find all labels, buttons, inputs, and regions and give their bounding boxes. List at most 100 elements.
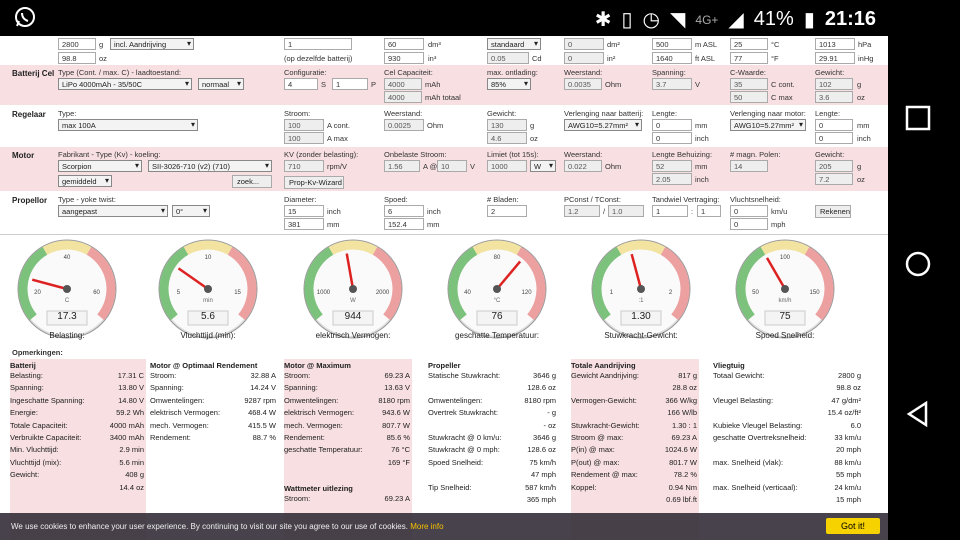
- gauge: [303, 239, 403, 339]
- gauge-tick: 100: [779, 255, 790, 261]
- pconst-input[interactable]: 1.2: [564, 205, 600, 217]
- gauge-tick: 1: [609, 290, 614, 297]
- elevation-input[interactable]: 500: [652, 38, 692, 50]
- result-value: 13.63 V: [384, 383, 410, 393]
- motor-model-select[interactable]: SII-3026-710 (v2) (710): [148, 160, 272, 172]
- recents-button[interactable]: [904, 104, 932, 137]
- pitch-input[interactable]: 6: [384, 205, 424, 217]
- temperature-input[interactable]: 25: [730, 38, 768, 50]
- max-discharge-select[interactable]: 85%: [487, 78, 531, 90]
- result-row: Stuwkracht-Gewicht: 1.30 : 1: [571, 421, 699, 433]
- motor-weight[interactable]: 205: [815, 160, 853, 172]
- mass-input[interactable]: 2800: [58, 38, 96, 50]
- case-length[interactable]: 52: [652, 160, 692, 172]
- motor-wire-length-in[interactable]: 0: [815, 132, 853, 144]
- unit: mAh totaal: [425, 93, 461, 102]
- battery-wire-length-in[interactable]: 0: [652, 132, 692, 144]
- flight-speed-input[interactable]: 0: [730, 205, 768, 217]
- esc-max-current[interactable]: 100: [284, 132, 324, 144]
- cells-series-input[interactable]: 4: [284, 78, 318, 90]
- blades-input[interactable]: 2: [487, 205, 527, 217]
- power-limit[interactable]: 1000: [487, 160, 527, 172]
- gear-ratio-a[interactable]: 1: [652, 205, 688, 217]
- home-button[interactable]: [904, 250, 932, 283]
- wing-area-input[interactable]: 0: [564, 38, 604, 50]
- cookie-message: We use cookies to enhance your user expe…: [11, 522, 408, 531]
- temperature-f-input[interactable]: 77: [730, 52, 768, 64]
- more-info-link[interactable]: More info: [410, 522, 443, 531]
- c-max-input[interactable]: 50: [730, 91, 768, 103]
- unit: dm³: [428, 40, 441, 49]
- mass-oz-input[interactable]: 98.8: [58, 52, 96, 64]
- field-label: Verlenging naar batterij:: [564, 109, 644, 118]
- mass-mode-select[interactable]: incl. Aandrijving: [110, 38, 194, 50]
- motor-wire-length[interactable]: 0: [815, 119, 853, 131]
- cell-resistance-input[interactable]: 0.0035: [564, 78, 602, 90]
- wing-area-in-input[interactable]: 0: [564, 52, 604, 64]
- capacity-input[interactable]: 4000: [384, 78, 422, 90]
- motor-resistance[interactable]: 0.022: [564, 160, 602, 172]
- cell-voltage-input[interactable]: 3.7: [652, 78, 692, 90]
- results-subtitle: Wattmeter uitlezing: [284, 484, 353, 494]
- cooling-select[interactable]: gemiddeld: [58, 175, 112, 187]
- field-label: Weerstand:: [564, 150, 603, 159]
- got-it-button[interactable]: Got it!: [825, 518, 880, 534]
- cells-parallel-input[interactable]: 1: [332, 78, 368, 90]
- volume-in-input[interactable]: 930: [384, 52, 424, 64]
- cell-weight-input[interactable]: 102: [815, 78, 853, 90]
- no-load-current[interactable]: 1.56: [384, 160, 420, 172]
- prop-kv-wizard-button[interactable]: Prop-Kv-Wizard: [284, 176, 344, 189]
- result-value: 78.2 %: [673, 470, 697, 480]
- esc-resistance[interactable]: 0.0025: [384, 119, 424, 131]
- models-input[interactable]: 1: [284, 38, 352, 50]
- unit: km/u: [771, 207, 788, 216]
- kv-input[interactable]: 710: [284, 160, 324, 172]
- battery-wire-length[interactable]: 0: [652, 119, 692, 131]
- volume-input[interactable]: 60: [384, 38, 424, 50]
- result-row: Stuwkracht @ 0 mph: 128.6 oz: [428, 445, 558, 457]
- unit: Ohm: [427, 121, 444, 130]
- whatsapp-icon: [14, 6, 36, 33]
- back-button[interactable]: [904, 400, 932, 433]
- result-value: 468.4 W: [248, 408, 276, 418]
- propeller-row: Propellor Type - yoke twist: aangepast 0…: [0, 192, 888, 232]
- tconst-input[interactable]: 1.0: [608, 205, 644, 217]
- result-row: Ingeschatte Spanning: 14.80 V: [10, 396, 146, 408]
- no-load-voltage[interactable]: 10: [437, 160, 467, 172]
- result-value: 169 °F: [387, 457, 410, 467]
- esc-type-select[interactable]: max 100A: [58, 119, 198, 131]
- gauge-tick: 60: [93, 290, 100, 297]
- gear-ratio-b[interactable]: 1: [697, 205, 721, 217]
- elevation-ft-input[interactable]: 1640: [652, 52, 692, 64]
- result-label: Energie:: [10, 408, 38, 418]
- esc-weight[interactable]: 130: [487, 119, 527, 131]
- magnet-poles[interactable]: 14: [730, 160, 768, 172]
- pitch-mm-input[interactable]: 152.4: [384, 218, 424, 230]
- battery-type-select[interactable]: LiPo 4000mAh - 35/50C: [58, 78, 192, 90]
- unit: A @: [423, 162, 438, 171]
- gauge: [17, 239, 117, 339]
- unit: inch: [327, 207, 341, 216]
- search-button[interactable]: zoek...: [232, 175, 272, 188]
- diameter-mm-input[interactable]: 381: [284, 218, 324, 230]
- gauge-caption: Stuwkracht-Gewicht:: [604, 331, 678, 340]
- pressure-input[interactable]: 1013: [815, 38, 855, 50]
- result-label: Gewicht Aandrijving:: [571, 371, 639, 380]
- cd-input[interactable]: 0.05: [487, 52, 529, 64]
- motor-maker-select[interactable]: Scorpion: [58, 160, 142, 172]
- battery-wire-select[interactable]: AWG10=5.27mm²: [564, 119, 642, 131]
- calculate-button[interactable]: Rekenen: [815, 205, 851, 218]
- prop-type-select[interactable]: aangepast: [58, 205, 168, 217]
- charge-state-select[interactable]: normaal: [198, 78, 244, 90]
- diameter-input[interactable]: 15: [284, 205, 324, 217]
- motor-wire-select[interactable]: AWG10=5.27mm²: [730, 119, 806, 131]
- drag-mode-select[interactable]: standaard: [487, 38, 541, 50]
- c-cont-input[interactable]: 35: [730, 78, 768, 90]
- esc-cont-current[interactable]: 100: [284, 119, 324, 131]
- remarks-label: Opmerkingen:: [12, 348, 63, 357]
- yoke-twist-select[interactable]: 0°: [172, 205, 210, 217]
- power-unit-select[interactable]: W: [530, 160, 556, 172]
- status-bar: ✱ ▯ ◷ ◥ 4G+ ◢ 41% ▮ 21:16: [0, 0, 888, 36]
- flight-speed-mph-input[interactable]: 0: [730, 218, 768, 230]
- pressure-inhg-input[interactable]: 29.91: [815, 52, 855, 64]
